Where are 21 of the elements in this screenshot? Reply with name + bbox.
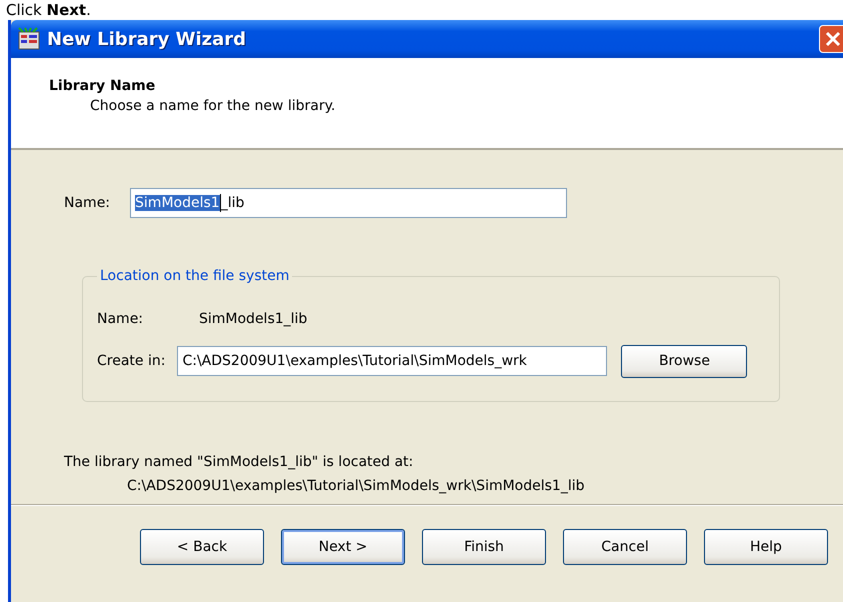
instruction-text: Click Next. [5,0,92,20]
name-field[interactable]: SimModels1_lib [130,188,568,218]
app-icon [17,27,41,51]
field-label: Name: [97,311,144,327]
field-label: Create in: [97,353,166,369]
field-label: Name: [64,195,110,211]
library-name-text: SimModels1_lib [199,311,308,327]
window-title: New Library Wizard [47,28,246,50]
page-subtitle: Choose a name for the new library. [89,98,336,114]
path-field[interactable]: C:\ADS2009U1\examples\Tutorial\SimModels_wrk [177,346,608,376]
wizard-button[interactable]: Help [704,529,828,565]
summary-text: The library named "SimModels1_lib" is located at: [64,453,414,472]
group-legend: Location on the file system [97,268,292,284]
browse-button[interactable]: Browse [621,344,748,378]
page-title: Library Name [49,78,156,94]
wizard-button[interactable]: Cancel [563,529,687,565]
location-path-text: C:\ADS2009U1\examples\Tutorial\SimModels_wrk\SimModels1_lib [126,477,586,496]
wizard-button[interactable]: < Back [140,529,264,565]
close-button[interactable] [819,25,843,53]
wizard-button[interactable]: Finish [422,529,546,565]
wizard-button[interactable]: Next > [281,529,405,565]
